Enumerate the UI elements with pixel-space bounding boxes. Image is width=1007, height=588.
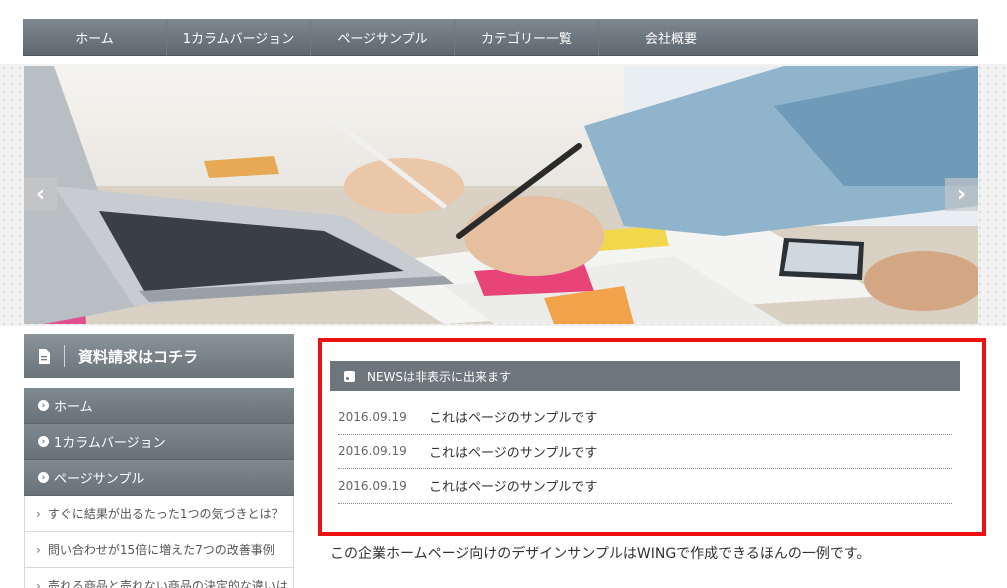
news-title-link[interactable]: これはページのサンプルです	[429, 442, 597, 461]
sidebar-subitem-label: 売れる商品と売れない商品の決定的な違いは	[47, 579, 288, 588]
nav-item-categories[interactable]: カテゴリー一覧	[455, 19, 599, 56]
sidebar-subitem-label: すぐに結果が出るたった1つの気づきとは？	[47, 507, 284, 521]
nav-item-home[interactable]: ホーム	[23, 19, 167, 56]
sidebar-item-label: ホーム	[54, 400, 93, 415]
chevron-right-icon: ›	[36, 542, 41, 557]
news-title-link[interactable]: これはページのサンプルです	[429, 476, 597, 495]
news-header: NEWSは非表示に出来ます	[330, 361, 960, 391]
document-icon	[24, 348, 64, 364]
chevron-right-icon: ›	[36, 578, 41, 588]
slider-prev-button[interactable]: ‹	[24, 178, 57, 211]
sidebar-item-label: 1カラムバージョン	[54, 436, 166, 451]
rss-icon	[344, 370, 355, 382]
sidebar-subitem-label: 問い合わせが15倍に増えた7つの改善事例	[47, 543, 275, 557]
sidebar-item-page-sample[interactable]: › ページサンプル	[24, 460, 294, 496]
sidebar-subitem[interactable]: › 問い合わせが15倍に増えた7つの改善事例	[24, 532, 294, 568]
sidebar-menu: › ホーム › 1カラムバージョン › ページサンプル › すぐに結果が出るたっ…	[24, 388, 294, 588]
circle-arrow-icon: ›	[38, 436, 49, 447]
news-date: 2016.09.19	[338, 478, 407, 493]
news-list: 2016.09.19 これはページのサンプルです 2016.09.19 これはペ…	[338, 400, 952, 504]
news-date: 2016.09.19	[338, 409, 407, 424]
circle-arrow-icon: ›	[38, 472, 49, 483]
sidebar-item-1column[interactable]: › 1カラムバージョン	[24, 424, 294, 460]
nav-item-1column[interactable]: 1カラムバージョン	[167, 19, 311, 56]
sidebar-item-label: ページサンプル	[54, 472, 145, 487]
news-item[interactable]: 2016.09.19 これはページのサンプルです	[338, 435, 952, 469]
sidebar-subitem[interactable]: › 売れる商品と売れない商品の決定的な違いは	[24, 568, 294, 588]
chevron-right-icon: ›	[956, 182, 967, 207]
sidebar-cta-header[interactable]: 資料請求はコチラ	[24, 334, 294, 378]
news-item[interactable]: 2016.09.19 これはページのサンプルです	[338, 469, 952, 504]
chevron-right-icon: ›	[36, 506, 41, 521]
news-item[interactable]: 2016.09.19 これはページのサンプルです	[338, 400, 952, 435]
sidebar-item-home[interactable]: › ホーム	[24, 388, 294, 424]
hero-slide-image	[24, 66, 978, 324]
header-divider	[64, 345, 65, 367]
sidebar-subitem[interactable]: › すぐに結果が出るたった1つの気づきとは？	[24, 496, 294, 532]
news-date: 2016.09.19	[338, 444, 407, 459]
nav-item-page-sample[interactable]: ページサンプル	[311, 19, 455, 56]
circle-arrow-icon: ›	[38, 400, 49, 411]
nav-item-company[interactable]: 会社概要	[599, 19, 743, 56]
sidebar-cta-title: 資料請求はコチラ	[78, 347, 199, 366]
slider-next-button[interactable]: ›	[945, 178, 978, 211]
news-heading: NEWSは非表示に出来ます	[367, 369, 512, 384]
intro-paragraph: この企業ホームページ向けのデザインサンプルはWINGで作成できるほんの一例です。	[330, 546, 871, 562]
chevron-left-icon: ‹	[35, 182, 46, 207]
global-nav: ホーム 1カラムバージョン ページサンプル カテゴリー一覧 会社概要	[23, 19, 978, 56]
news-title-link[interactable]: これはページのサンプルです	[429, 407, 597, 426]
